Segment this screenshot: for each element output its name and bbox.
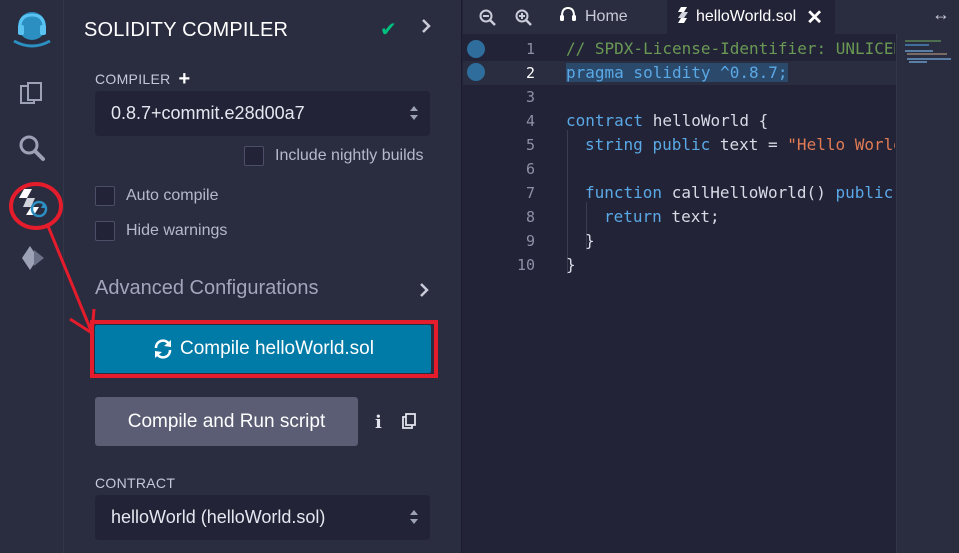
icon-rail — [0, 0, 64, 553]
deploy-run-icon[interactable] — [14, 240, 50, 276]
minimap[interactable] — [896, 34, 959, 553]
file-explorer-icon[interactable] — [14, 76, 50, 112]
code-line-4: contract helloWorld { — [566, 109, 768, 133]
minimap-line — [907, 58, 951, 60]
code-editor: Home helloWorld.sol ✕ ↔ 1 2 3 4 5 6 7 8 — [463, 0, 959, 553]
copy-icon[interactable] — [401, 413, 417, 434]
home-headset-icon — [559, 6, 577, 29]
line-number: 4 — [525, 112, 535, 130]
solidity-file-icon — [677, 6, 689, 28]
code-line-1: // SPDX-License-Identifier: UNLICENSED — [566, 39, 895, 58]
tab-bar: Home helloWorld.sol ✕ ↔ — [463, 0, 959, 34]
hide-warnings-label: Hide warnings — [126, 222, 228, 239]
code-line-10: } — [566, 255, 576, 274]
contract-label: CONTRACT — [95, 475, 176, 491]
line-number: 9 — [525, 232, 535, 250]
contract-value: helloWorld (helloWorld.sol) — [111, 507, 326, 527]
select-arrows-icon — [410, 510, 418, 524]
chevron-right-icon[interactable] — [420, 17, 432, 40]
keyword: string — [585, 135, 643, 154]
pragma-statement: pragma solidity ^0.8.7; — [566, 63, 788, 82]
hide-warnings-row[interactable]: Hide warnings — [95, 221, 227, 241]
solidity-compiler-icon[interactable] — [14, 184, 50, 220]
keyword: public — [652, 135, 711, 154]
breakpoint-marker[interactable] — [467, 63, 485, 81]
code-text: callHelloWorld() — [662, 183, 836, 202]
tab-home[interactable]: Home — [559, 0, 663, 34]
minimap-line — [909, 61, 927, 63]
keyword: function — [585, 183, 663, 202]
line-number: 5 — [525, 136, 535, 154]
refresh-icon — [154, 339, 172, 359]
compiler-label: COMPILER — [95, 71, 171, 87]
chevron-right-icon[interactable] — [418, 281, 430, 304]
auto-compile-checkbox[interactable] — [95, 186, 115, 206]
compiler-label-row: COMPILER + — [95, 69, 191, 89]
keyword: public view returns (string memory) { — [835, 183, 894, 202]
include-nightly-label: Include nightly builds — [275, 147, 424, 164]
string-literal: "Hello World"; — [787, 135, 895, 154]
line-number: 3 — [525, 88, 535, 106]
tab-helloworld-label: helloWorld.sol — [696, 8, 797, 25]
expand-panel-icon[interactable]: ↔ — [932, 4, 950, 25]
tab-helloworld[interactable]: helloWorld.sol ✕ — [667, 0, 835, 34]
compile-button[interactable]: Compile helloWorld.sol — [95, 325, 431, 373]
solidity-compiler-panel: SOLIDITY COMPILER ✔ COMPILER + 0.8.7+com… — [64, 0, 462, 553]
compiler-version-value: 0.8.7+commit.e28d00a7 — [111, 103, 305, 123]
code-text: text; — [661, 207, 720, 226]
search-icon[interactable] — [14, 130, 50, 166]
auto-compile-label: Auto compile — [126, 187, 219, 204]
breakpoint-marker[interactable] — [467, 40, 485, 58]
code-line-9: } — [585, 231, 595, 250]
compiler-version-select[interactable]: 0.8.7+commit.e28d00a7 — [95, 91, 430, 136]
remix-ide: SOLIDITY COMPILER ✔ COMPILER + 0.8.7+com… — [0, 0, 959, 553]
zoom-in-icon[interactable] — [515, 9, 532, 31]
include-nightly-checkbox[interactable] — [244, 146, 264, 166]
zoom-out-icon[interactable] — [479, 9, 496, 31]
include-nightly-row[interactable]: Include nightly builds — [244, 146, 424, 166]
editor-gutter: 1 2 3 4 5 6 7 8 9 10 — [463, 34, 563, 553]
line-number: 2 — [525, 64, 535, 82]
keyword: return — [604, 207, 662, 226]
line-number: 10 — [516, 256, 535, 274]
code-text: helloWorld { — [643, 111, 769, 130]
panel-title: SOLIDITY COMPILER — [84, 19, 289, 41]
compile-button-label: Compile helloWorld.sol — [180, 338, 374, 359]
remix-logo-icon[interactable] — [10, 7, 54, 51]
close-tab-icon[interactable]: ✕ — [806, 5, 823, 30]
minimap-line — [905, 44, 929, 46]
code-text: text = — [710, 135, 788, 154]
compile-and-run-label: Compile and Run script — [127, 410, 326, 432]
code-line-5: string public text = "Hello World"; — [585, 133, 895, 157]
line-number: 7 — [525, 184, 535, 202]
check-icon: ✔ — [380, 19, 397, 41]
code-line-7: function callHelloWorld() public view re… — [585, 181, 895, 205]
tab-home-label: Home — [585, 8, 628, 25]
info-icon[interactable]: i — [375, 412, 382, 433]
select-arrows-icon — [410, 106, 418, 120]
code-area[interactable]: // SPDX-License-Identifier: UNLICENSED p… — [566, 34, 895, 553]
hide-warnings-checkbox[interactable] — [95, 221, 115, 241]
keyword: contract — [566, 111, 644, 130]
auto-compile-row[interactable]: Auto compile — [95, 186, 219, 206]
minimap-line — [905, 40, 941, 42]
minimap-line — [905, 50, 933, 52]
add-compiler-icon[interactable]: + — [179, 69, 191, 89]
line-number: 6 — [525, 160, 535, 178]
compile-and-run-button[interactable]: Compile and Run script — [95, 397, 358, 446]
line-number: 1 — [525, 40, 535, 58]
code-line-2: pragma solidity ^0.8.7; — [566, 61, 788, 85]
code-line-8: return text; — [604, 205, 720, 229]
advanced-configurations-toggle[interactable]: Advanced Configurations — [95, 277, 318, 300]
line-number: 8 — [525, 208, 535, 226]
contract-select[interactable]: helloWorld (helloWorld.sol) — [95, 495, 430, 540]
minimap-line — [907, 53, 947, 55]
